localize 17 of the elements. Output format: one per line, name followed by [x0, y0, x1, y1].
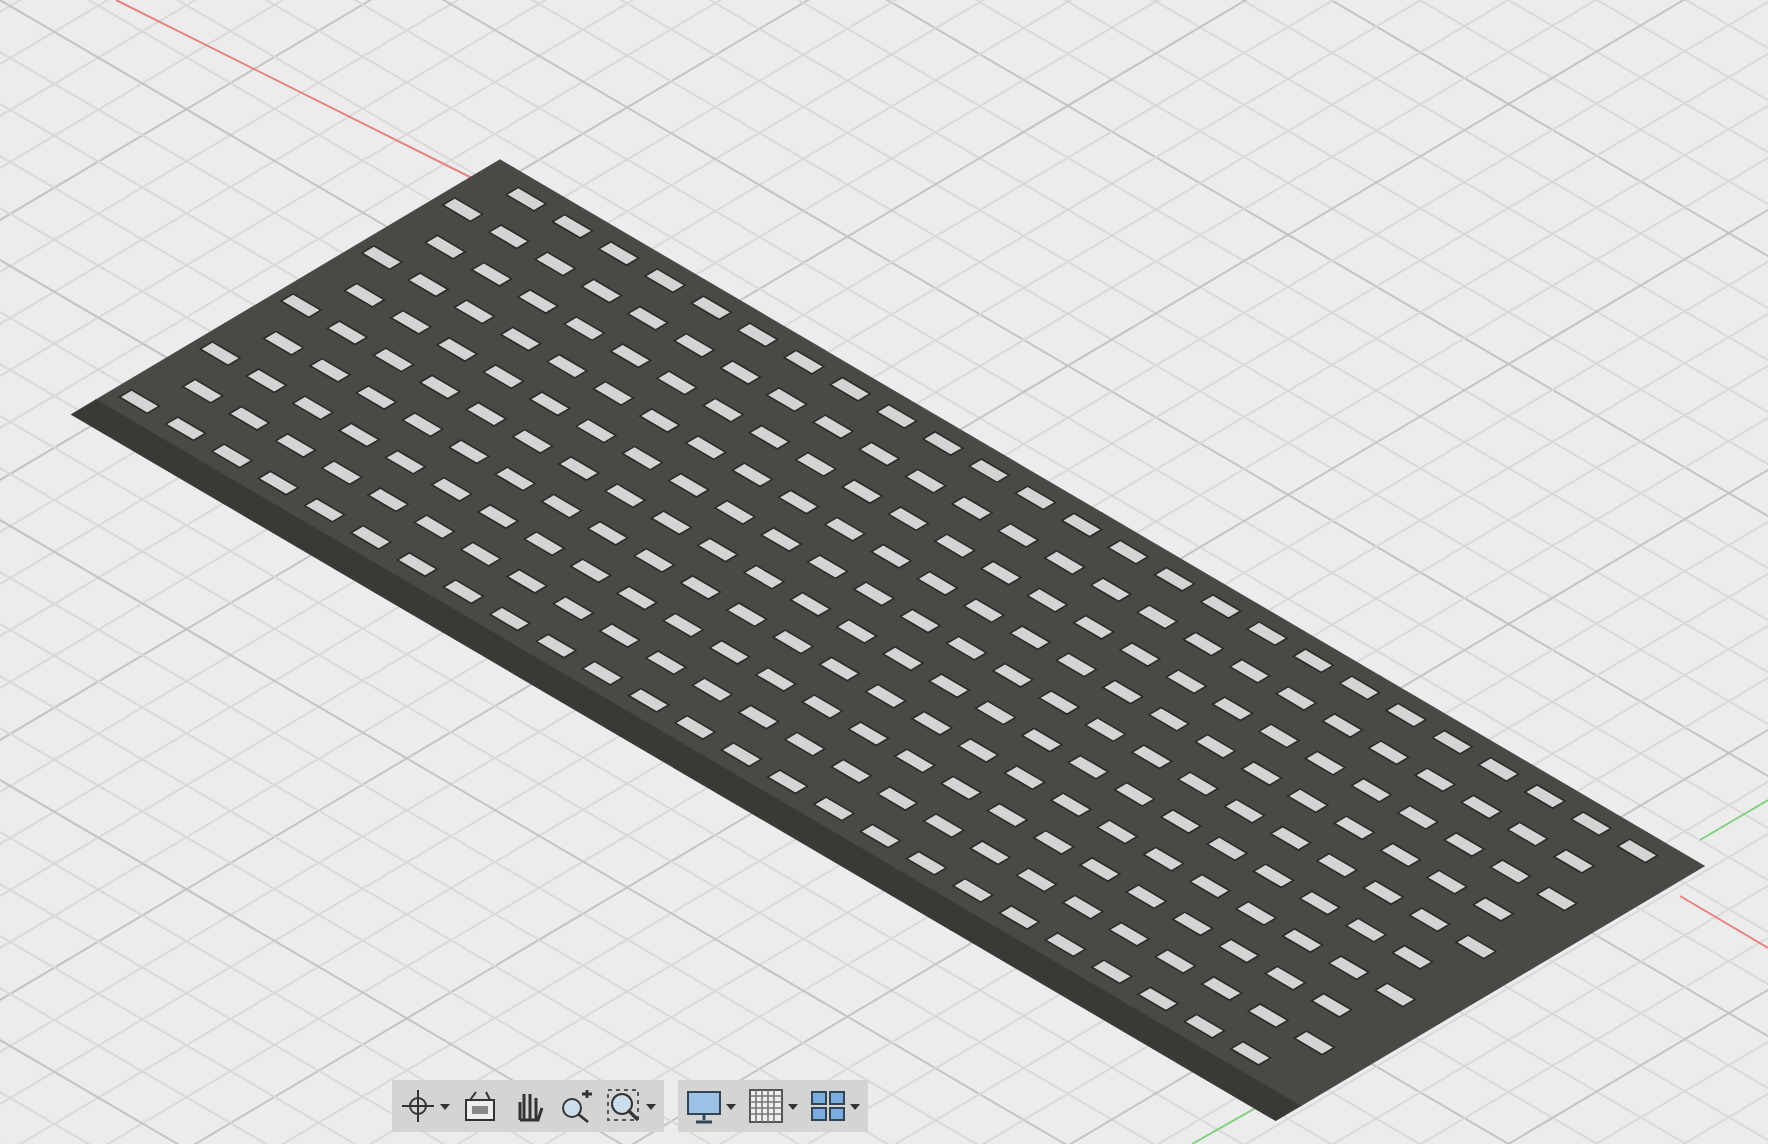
orbit-icon [400, 1088, 436, 1124]
viewports-icon [810, 1088, 846, 1124]
zoom-window-icon [606, 1088, 642, 1124]
caret-icon [788, 1103, 798, 1109]
x-axis-line [1679, 895, 1768, 949]
caret-icon [850, 1103, 860, 1109]
caret-icon [440, 1103, 450, 1109]
look-at-icon [462, 1088, 498, 1124]
monitor-icon [686, 1088, 722, 1124]
zoom-button[interactable] [558, 1084, 594, 1128]
orbit-button[interactable] [400, 1084, 450, 1128]
grid-icon [748, 1088, 784, 1124]
caret-icon [646, 1103, 656, 1109]
zoom-icon [558, 1088, 594, 1124]
y-axis-line [1699, 799, 1768, 841]
grid-button[interactable] [748, 1084, 798, 1128]
caret-icon [726, 1103, 736, 1109]
